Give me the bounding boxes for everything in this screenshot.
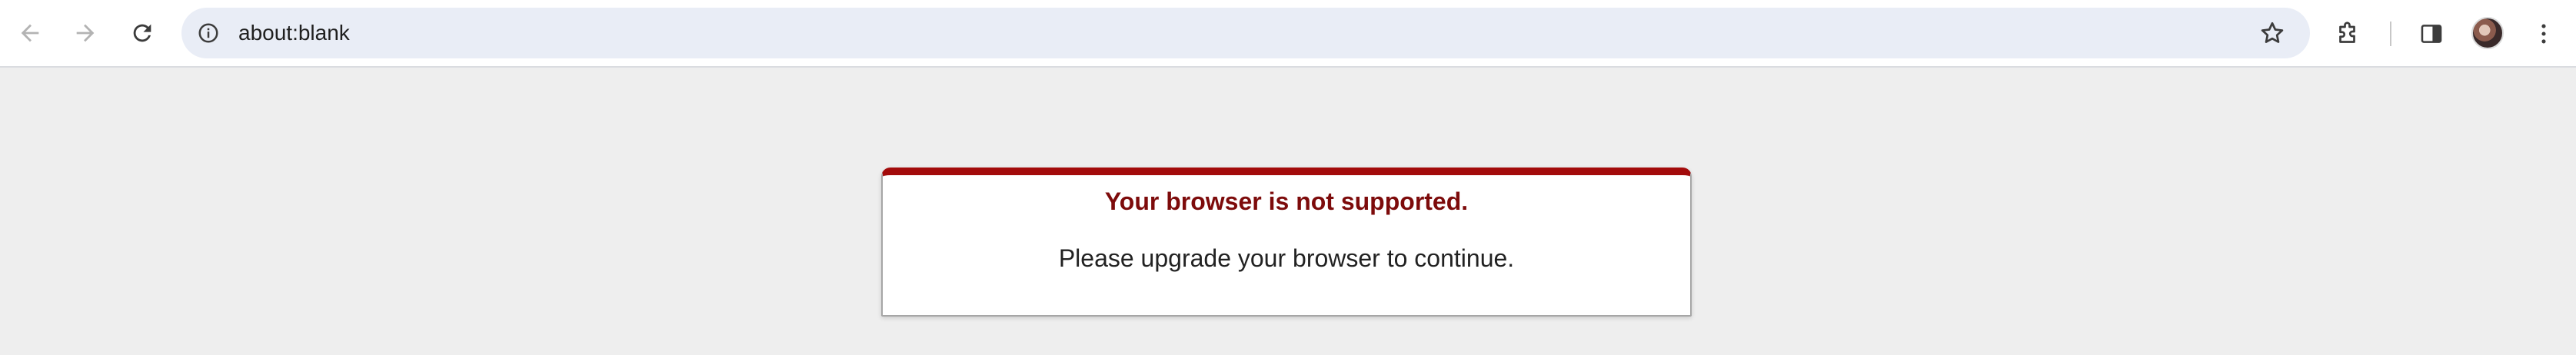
address-bar[interactable]: about:blank	[181, 8, 2310, 58]
back-button[interactable]	[11, 14, 49, 52]
toolbar-separator	[2390, 22, 2391, 46]
browser-toolbar: about:blank	[0, 0, 2576, 68]
side-panel-icon[interactable]	[2413, 15, 2450, 52]
forward-icon	[76, 24, 95, 42]
error-title: Your browser is not supported.	[1104, 187, 1469, 215]
address-url[interactable]: about:blank	[238, 8, 350, 58]
reload-button[interactable]	[123, 14, 161, 52]
back-icon	[21, 24, 39, 42]
unsupported-browser-notice: Your browser is not supported. Please up…	[881, 168, 1692, 317]
forward-button[interactable]	[66, 14, 105, 52]
error-message: Please upgrade your browser to continue.	[1058, 244, 1515, 272]
site-info-icon[interactable]	[195, 20, 221, 46]
reload-icon	[133, 24, 151, 42]
profile-avatar[interactable]	[2471, 17, 2504, 49]
extensions-icon[interactable]	[2330, 15, 2367, 52]
bookmark-star-icon[interactable]	[2258, 18, 2287, 48]
menu-icon[interactable]	[2525, 15, 2562, 52]
